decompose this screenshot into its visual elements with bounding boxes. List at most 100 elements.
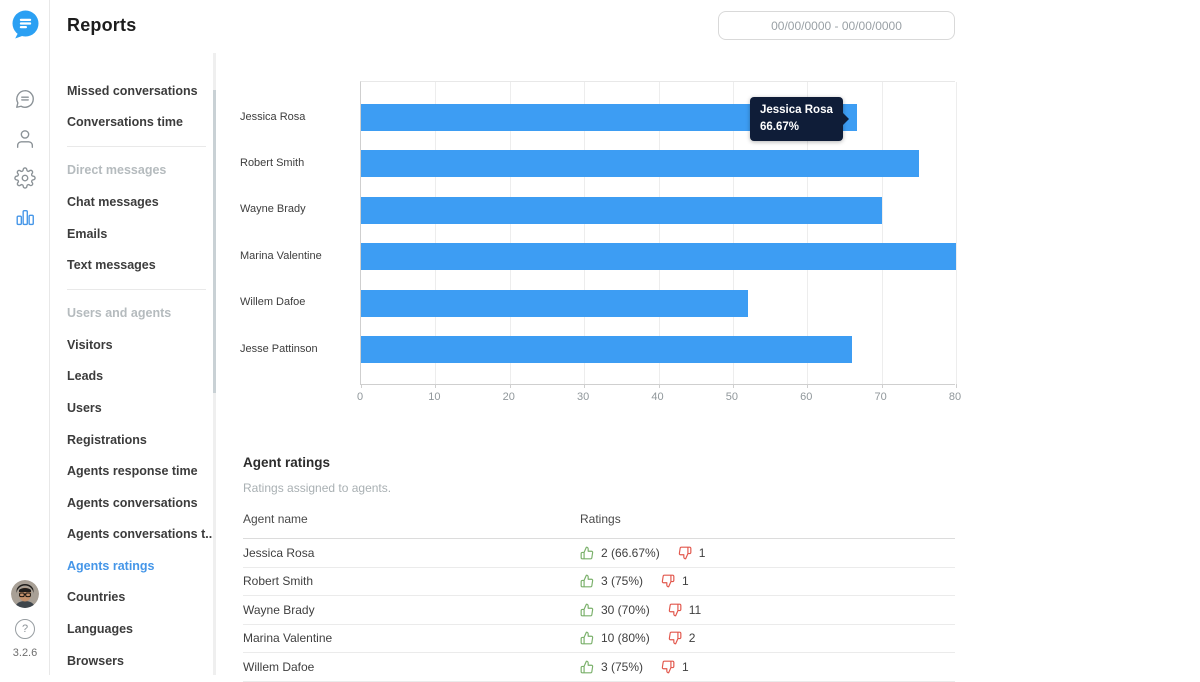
app-version: 3.2.6 — [0, 647, 50, 659]
sidebar-item-browsers[interactable]: Browsers — [50, 645, 213, 677]
axis-tick — [956, 384, 957, 388]
app-logo[interactable] — [9, 8, 42, 41]
sidebar-section-users-and-agents: Users and agents — [50, 297, 213, 329]
tooltip-agent-name: Jessica Rosa — [760, 102, 833, 119]
bar-robert-smith[interactable] — [361, 150, 919, 177]
rail-conversations-button[interactable] — [0, 84, 50, 114]
sidebar-scrollbar-thumb[interactable] — [213, 90, 216, 393]
column-header-ratings: Ratings — [580, 512, 621, 526]
thumbs-up-icon — [580, 631, 594, 645]
sidebar-item-languages[interactable]: Languages — [50, 613, 213, 645]
ratings-cell: 3 (75%) 1 — [580, 660, 689, 674]
category-label-willem-dafoe: Willem Dafoe — [240, 289, 305, 316]
page-title: Reports — [67, 15, 136, 36]
sidebar-item-registrations[interactable]: Registrations — [50, 424, 213, 456]
rating-up-value: 30 (70%) — [594, 603, 650, 617]
settings-icon — [14, 167, 36, 189]
chart-x-axis: 01020304050607080 — [360, 391, 955, 405]
thumbs-down-icon — [661, 574, 675, 588]
thumbs-down — [661, 660, 675, 674]
date-range-input[interactable] — [718, 11, 955, 40]
thumbs-up-icon — [580, 660, 594, 674]
axis-tick — [435, 384, 436, 388]
sidebar-item-countries[interactable]: Countries — [50, 582, 213, 614]
ratings-table-body: Jessica Rosa2 (66.67%)1Robert Smith3 (75… — [243, 539, 955, 682]
rail-reports-button[interactable] — [0, 203, 50, 233]
ratings-cell: 2 (66.67%) 1 — [580, 546, 705, 560]
chart-tooltip: Jessica Rosa66.67% — [750, 97, 843, 141]
tooltip-value: 66.67% — [760, 119, 833, 136]
bar-willem-dafoe[interactable] — [361, 290, 748, 317]
x-axis-tick-label: 80 — [935, 391, 975, 403]
rating-up-value: 10 (80%) — [594, 631, 650, 645]
x-axis-tick-label: 70 — [861, 391, 901, 403]
agent-name: Willem Dafoe — [243, 660, 580, 674]
rail-contacts-button[interactable] — [0, 124, 50, 154]
chart-gridline — [882, 82, 883, 384]
ratings-cell: 10 (80%) 2 — [580, 631, 695, 645]
bar-marina-valentine[interactable] — [361, 243, 956, 270]
thumbs-down — [678, 546, 692, 560]
sidebar-item-users[interactable]: Users — [50, 392, 213, 424]
rating-up-value: 3 (75%) — [594, 660, 643, 674]
sidebar-item-conversations-time[interactable]: Conversations time — [50, 107, 213, 139]
sidebar-item-chat-messages[interactable]: Chat messages — [50, 186, 213, 218]
sidebar-item-text-messages[interactable]: Text messages — [50, 249, 213, 281]
x-axis-tick-label: 0 — [340, 391, 380, 403]
contacts-icon — [14, 128, 36, 150]
rail-settings-button[interactable] — [0, 163, 50, 193]
thumbs-down-icon — [668, 631, 682, 645]
bar-wayne-brady[interactable] — [361, 197, 882, 224]
agent-ratings-section: Agent ratings Ratings assigned to agents… — [243, 450, 955, 682]
x-axis-tick-label: 40 — [638, 391, 678, 403]
rating-up-value: 3 (75%) — [594, 574, 643, 588]
thumbs-down — [668, 603, 682, 617]
sidebar-item-missed-conversations[interactable]: Missed conversations — [50, 75, 213, 107]
thumbs-up — [580, 631, 594, 645]
help-button[interactable]: ? — [15, 619, 35, 639]
rating-down-value: 1 — [675, 574, 689, 588]
thumbs-up — [580, 660, 594, 674]
rating-up-value: 2 (66.67%) — [594, 546, 660, 560]
thumbs-down-icon — [661, 660, 675, 674]
ratings-row-jessica-rosa: Jessica Rosa2 (66.67%)1 — [243, 539, 955, 568]
thumbs-down-icon — [678, 546, 692, 560]
ratings-row-marina-valentine: Marina Valentine 10 (80%) 2 — [243, 625, 955, 654]
reports-icon — [14, 207, 36, 229]
chart-gridline — [956, 82, 957, 384]
ratings-row-robert-smith: Robert Smith 3 (75%) 1 — [243, 568, 955, 597]
sidebar-item-emails[interactable]: Emails — [50, 218, 213, 250]
rating-down-value: 1 — [692, 546, 706, 560]
x-axis-tick-label: 50 — [712, 391, 752, 403]
thumbs-up-icon — [580, 546, 594, 560]
section-title: Agent ratings — [243, 450, 955, 470]
sidebar-divider — [50, 281, 213, 297]
bar-jesse-pattinson[interactable] — [361, 336, 852, 363]
avatar-photo — [11, 580, 39, 608]
sidebar-item-visitors[interactable]: Visitors — [50, 329, 213, 361]
thumbs-up — [580, 546, 594, 560]
ratings-cell: 30 (70%)11 — [580, 603, 701, 617]
agent-name: Marina Valentine — [243, 631, 580, 645]
x-axis-tick-label: 20 — [489, 391, 529, 403]
agent-name: Robert Smith — [243, 574, 580, 588]
sidebar-item-leads[interactable]: Leads — [50, 361, 213, 393]
sidebar-item-agents-ratings[interactable]: Agents ratings — [50, 550, 213, 582]
user-avatar[interactable] — [11, 580, 39, 608]
chat-logo-icon — [9, 8, 42, 41]
sidebar-item-agents-response-time[interactable]: Agents response time — [50, 455, 213, 487]
axis-tick — [584, 384, 585, 388]
rating-down-value: 1 — [675, 660, 689, 674]
icon-rail: ? 3.2.6 — [0, 0, 50, 675]
agent-name: Wayne Brady — [243, 603, 580, 617]
thumbs-down — [668, 631, 682, 645]
rating-down-value: 2 — [682, 631, 696, 645]
section-subtitle: Ratings assigned to agents. — [243, 470, 955, 495]
sidebar-item-agents-conversations-t[interactable]: Agents conversations t... — [50, 519, 213, 551]
sidebar-section-direct-messages: Direct messages — [50, 155, 213, 187]
x-axis-tick-label: 60 — [786, 391, 826, 403]
axis-tick — [659, 384, 660, 388]
agent-ratings-bar-chart: Jessica Rosa66.67% — [360, 81, 955, 385]
sidebar-item-agents-conversations[interactable]: Agents conversations — [50, 487, 213, 519]
axis-tick — [807, 384, 808, 388]
